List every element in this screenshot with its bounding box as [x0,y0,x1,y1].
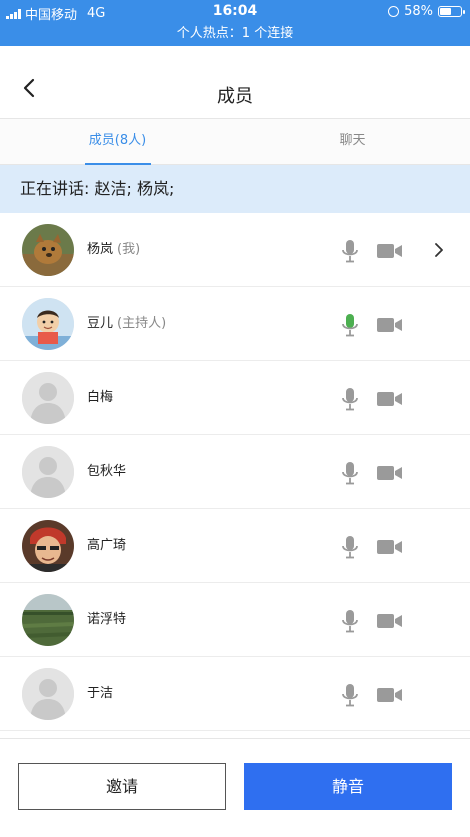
page-title: 成员 [217,86,253,107]
member-name: 诺浮特 [87,583,126,657]
microphone-icon[interactable] [340,535,360,559]
battery-icon [438,6,465,17]
member-row[interactable]: 白梅 [0,361,470,435]
member-row[interactable]: 豆儿 (主持人) [0,287,470,361]
member-list: 杨岚 (我) 豆儿 (主持人) 白梅 包秋华 高广琦 诺浮特 于洁 [0,213,470,735]
member-row[interactable]: 包秋华 [0,435,470,509]
member-name-label: 诺浮特 [87,612,127,627]
tab-chat[interactable]: 聊天 [235,119,470,164]
member-name: 高广琦 [87,509,126,583]
speaking-banner: 正在讲话: 赵洁; 杨岚; [0,165,470,213]
member-name-label: 白梅 [87,390,114,405]
bottom-bar: 邀请 静音 [0,738,470,837]
member-name: 包秋华 [87,435,126,509]
member-name: 豆儿 (主持人) [87,287,166,361]
member-row[interactable]: 杨岚 (我) [0,213,470,287]
avatar [22,446,74,498]
microphone-icon[interactable] [340,387,360,411]
video-camera-icon[interactable] [377,687,403,703]
member-row[interactable]: 于洁 [0,657,470,731]
nav-bar: 成员 [0,46,470,119]
member-name: 杨岚 (我) [87,213,140,287]
microphone-icon[interactable] [340,609,360,633]
avatar [22,224,74,276]
avatar [22,298,74,350]
video-camera-icon[interactable] [377,613,403,629]
avatar [22,668,74,720]
video-camera-icon[interactable] [377,243,403,259]
member-name-label: 包秋华 [87,464,127,479]
member-row[interactable]: 高广琦 [0,509,470,583]
orientation-lock-icon [388,6,400,17]
microphone-icon[interactable] [340,239,360,263]
member-name: 白梅 [87,361,113,435]
member-name-label: 高广琦 [87,538,127,553]
chevron-right-icon[interactable] [432,241,446,259]
member-name-label: 杨岚 [87,242,114,257]
member-role: (主持人) [117,316,167,331]
video-camera-icon[interactable] [377,539,403,555]
status-right: 58% [388,4,465,19]
mute-button[interactable]: 静音 [244,763,452,810]
microphone-icon[interactable] [340,313,360,337]
member-name-label: 于洁 [87,686,114,701]
microphone-icon[interactable] [340,461,360,485]
tab-members[interactable]: 成员(8人) [0,119,235,164]
member-name-label: 豆儿 [87,316,114,331]
invite-button[interactable]: 邀请 [18,763,226,810]
hotspot-banner[interactable]: 个人热点：1 个连接 [0,24,470,44]
member-role: (我) [117,242,141,257]
video-camera-icon[interactable] [377,391,403,407]
video-camera-icon[interactable] [377,317,403,333]
avatar [22,372,74,424]
video-camera-icon[interactable] [377,465,403,481]
avatar [22,594,74,646]
member-name: 于洁 [87,657,113,731]
status-bar: 中国移动 4G 16:04 58% 个人热点：1 个连接 [0,0,470,46]
member-row[interactable]: 诺浮特 [0,583,470,657]
microphone-icon[interactable] [340,683,360,707]
avatar [22,520,74,572]
tab-bar: 成员(8人) 聊天 [0,119,470,165]
battery-percent: 58% [404,4,433,19]
